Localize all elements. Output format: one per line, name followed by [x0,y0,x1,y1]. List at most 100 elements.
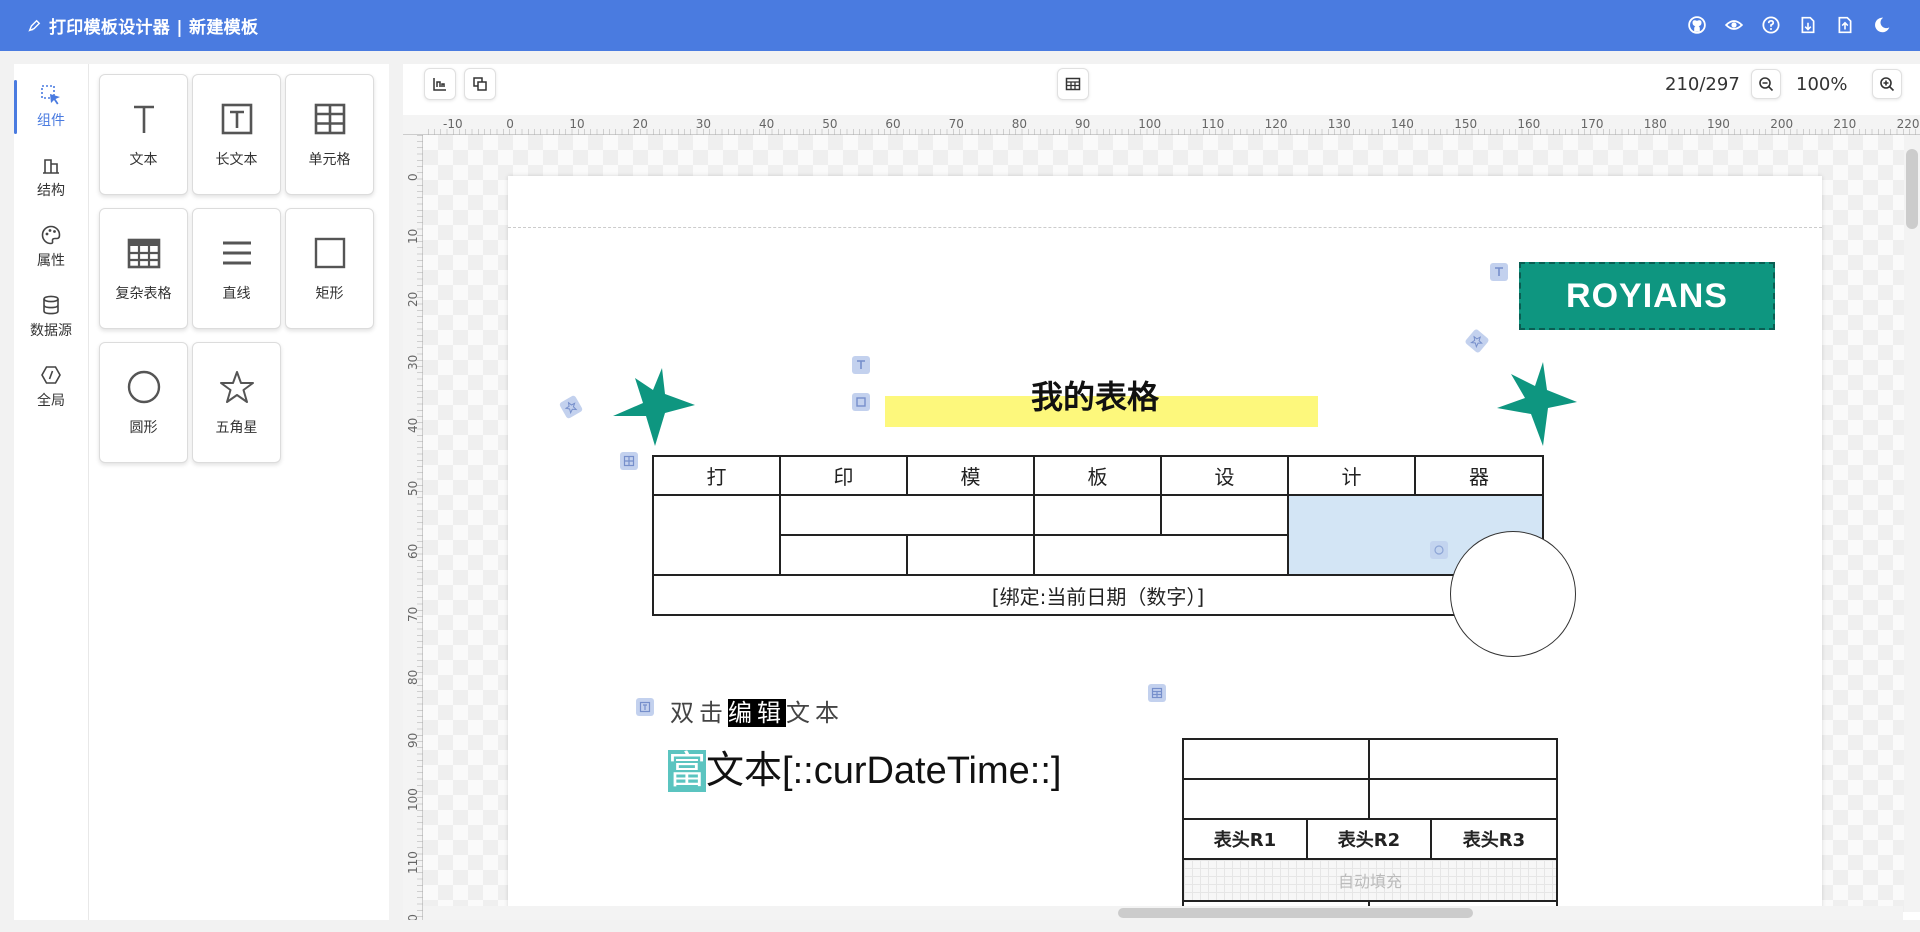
table-header-cell[interactable]: 设 [1160,455,1289,496]
star-handle[interactable] [1464,328,1490,354]
github-icon[interactable] [1688,16,1706,34]
star-shape-left[interactable] [613,368,703,452]
theme-icon[interactable] [1873,16,1891,34]
scroll-thumb[interactable] [1906,149,1918,229]
vertical-scrollbar[interactable] [1904,135,1920,912]
circle-shape[interactable] [1450,531,1576,657]
table-header-cell[interactable]: 表头R2 [1306,818,1432,860]
table-header-cell[interactable]: 器 [1414,455,1544,496]
text-segment: 双击 [670,699,728,727]
form-title[interactable]: 我的表格 [1031,372,1159,418]
rail-item-datasource[interactable]: 数据源 [14,282,88,340]
auto-fill-row[interactable]: 自动填充 [1182,858,1558,902]
ruler-label: 150 [1454,117,1478,131]
date-binding-cell[interactable]: [绑定:当前日期（数字）] [652,574,1544,616]
component-long-text[interactable]: 长文本 [192,74,281,195]
table-header-cell[interactable]: 表头R3 [1430,818,1558,860]
ruler-label: 90 [1075,117,1091,131]
rail-item-structure[interactable]: 结构 [14,142,88,200]
ruler-label: 90 [406,732,420,748]
app-title: 打印模板设计器 | 新建模板 [49,18,259,38]
table-header-cell[interactable]: 打 [652,455,781,496]
rail-item-label: 组件 [37,113,65,129]
ruler-label: 170 [1580,117,1604,131]
horizontal-scrollbar[interactable] [423,906,1903,920]
table-cell[interactable] [1182,778,1370,820]
ruler-label: 10 [406,228,420,244]
table-header-cell[interactable]: 计 [1287,455,1416,496]
rail-item-properties[interactable]: 属性 [14,212,88,270]
table-settings-button[interactable] [1057,68,1089,100]
ruler-label: 120 [406,914,420,920]
zoom-in-icon [1880,77,1895,92]
circle-icon [1434,545,1444,555]
export-icon[interactable] [1836,16,1854,34]
text-handle[interactable] [1490,263,1508,281]
complex-table-handle[interactable] [1148,684,1166,702]
table-header-cell[interactable]: 表头R1 [1182,818,1308,860]
star-shape-right[interactable] [1493,362,1579,452]
canvas-workspace[interactable]: ROYIANS 我的表格 打 印 模 板 设 计 器 [绑定:当前日期（数字）]… [423,135,1913,912]
table-icon [1065,77,1081,91]
table-cell[interactable] [906,534,1035,576]
preview-icon[interactable] [1725,16,1743,34]
header-guide-line [508,227,1822,228]
table-cell[interactable] [1368,738,1558,780]
rectangle-handle[interactable] [852,393,870,411]
table-cell[interactable] [1368,778,1558,820]
table-cell[interactable] [1033,494,1162,536]
rail-item-global[interactable]: 全局 [14,352,88,410]
rich-text[interactable]: 富文本[::curDateTime::] [668,739,1061,794]
table-cell[interactable] [779,494,1035,536]
component-star[interactable]: 五角星 [192,342,281,463]
ruler-label: 220 [1896,117,1920,131]
component-text[interactable]: 文本 [99,74,188,195]
text-icon [133,105,154,133]
table-header-cell[interactable]: 模 [906,455,1035,496]
complex-table[interactable]: 表头R1 表头R2 表头R3 自动填充 [1182,738,1558,912]
help-icon[interactable] [1762,16,1780,34]
copy-button[interactable] [464,68,496,100]
complex-table-icon [127,238,160,269]
table-handle[interactable] [620,452,638,470]
rich-text-highlight: 富 [668,750,707,792]
ruler-label: 110 [1201,117,1225,131]
component-line[interactable]: 直线 [192,208,281,329]
component-cell[interactable]: 单元格 [285,74,374,195]
star-handle[interactable] [558,394,584,420]
zoom-out-button[interactable] [1751,69,1781,99]
royians-logo-text[interactable]: ROYIANS [1519,262,1775,330]
component-rectangle[interactable]: 矩形 [285,208,374,329]
rail-item-label: 全局 [37,393,65,409]
text-highlight: 编辑 [728,699,786,727]
scroll-thumb[interactable] [1118,908,1473,918]
table-cell[interactable] [1160,494,1289,536]
editable-text[interactable]: 双击编辑文本 [670,693,844,728]
ruler-label: 110 [406,851,420,874]
text-handle[interactable] [852,356,870,374]
import-icon[interactable] [1799,16,1817,34]
header-actions [1688,16,1891,34]
paper-page[interactable]: ROYIANS 我的表格 打 印 模 板 设 计 器 [绑定:当前日期（数字）]… [508,176,1822,912]
zoom-in-button[interactable] [1872,69,1902,99]
print-table[interactable]: 打 印 模 板 设 计 器 [绑定:当前日期（数字）] [652,455,1544,616]
component-circle[interactable]: 圆形 [99,342,188,463]
circle-handle[interactable] [1430,541,1448,559]
star-icon [219,371,254,403]
table-cell[interactable] [779,534,908,576]
ruler-label: -10 [443,117,463,131]
table-cell[interactable] [1182,738,1370,780]
cell-icon [314,103,345,135]
table-cell[interactable] [652,494,781,576]
table-header-cell[interactable]: 板 [1033,455,1162,496]
ruler-label: 200 [1770,117,1794,131]
ruler-label: 30 [406,354,420,370]
component-complex-table[interactable]: 复杂表格 [99,208,188,329]
rail-item-components[interactable]: 组件 [14,72,88,134]
table-cell[interactable] [1033,534,1289,576]
long-text-handle[interactable] [636,698,654,716]
long-text-icon [639,701,651,713]
table-header-cell[interactable]: 印 [779,455,908,496]
align-button[interactable] [424,68,456,100]
component-label: 复杂表格 [115,286,172,302]
